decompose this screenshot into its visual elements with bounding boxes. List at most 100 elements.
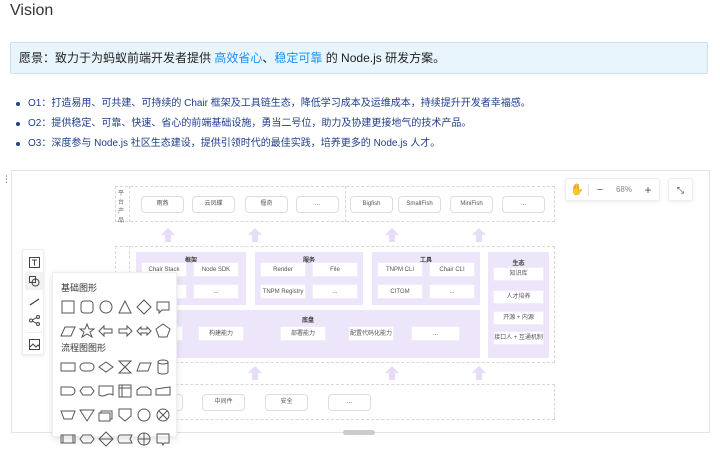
shape-palette-popover: 基础图形 流程图图形 — [52, 272, 177, 447]
flow-shape-18-icon[interactable] — [155, 407, 174, 428]
basic-shape-4-icon[interactable] — [117, 299, 136, 320]
horizontal-scrollbar[interactable] — [343, 430, 375, 435]
vision-prefix: 愿景：致力于为蚂蚁前端开发者提供 — [19, 51, 215, 65]
flowchart-shapes-title: 流程图图形 — [61, 343, 107, 353]
base-item[interactable]: ... — [328, 394, 371, 411]
tools-item[interactable]: CITGM — [377, 284, 423, 299]
flowchart-shapes-grid — [60, 359, 174, 452]
objective-o3: O3：深度参与 Node.js 社区生态建设，提供引领时代的最佳实践，培养更多的… — [16, 134, 531, 154]
zoom-out-button[interactable]: − — [589, 184, 611, 196]
group-title: 生态 — [512, 261, 525, 267]
platform-item[interactable]: 雨燕 — [141, 196, 184, 213]
service-item[interactable]: TNPM Registry — [260, 284, 306, 299]
hand-icon[interactable]: ✋ — [566, 183, 588, 196]
base-item[interactable]: 中间件 — [202, 394, 245, 411]
up-arrow-icon — [248, 228, 262, 242]
basic-shape-5-icon[interactable] — [136, 299, 155, 320]
basic-shape-12-icon[interactable] — [155, 323, 174, 344]
flow-shape-6-icon[interactable] — [155, 359, 174, 380]
line-icon[interactable] — [25, 292, 43, 310]
service-item[interactable]: ... — [312, 284, 358, 299]
up-arrow-icon — [248, 366, 262, 380]
platform-item[interactable]: SmallFish — [398, 196, 441, 213]
platform-item[interactable]: ... — [502, 196, 545, 213]
flow-shape-8-icon[interactable] — [79, 383, 98, 404]
flow-shape-5-icon[interactable] — [136, 359, 155, 380]
flow-shape-11-icon[interactable] — [136, 383, 155, 404]
basic-shape-1-icon[interactable] — [60, 299, 79, 320]
divider — [26, 332, 42, 333]
mindmap-icon[interactable] — [25, 311, 43, 329]
base-item[interactable]: 安全 — [265, 394, 308, 411]
image-icon[interactable] — [25, 335, 43, 353]
basic-shape-2-icon[interactable] — [79, 299, 98, 320]
service-item[interactable]: Render — [260, 262, 306, 277]
flow-shape-24-icon[interactable] — [155, 431, 174, 452]
platform-item[interactable]: Bigfish — [350, 196, 393, 213]
tools-item[interactable]: ... — [429, 284, 475, 299]
flow-shape-15-icon[interactable] — [98, 407, 117, 428]
platform-item[interactable]: 云凤蝶 — [192, 196, 235, 213]
basic-shape-3-icon[interactable] — [98, 299, 117, 320]
platform-item[interactable]: 偃奇 — [245, 196, 288, 213]
up-arrow-icon — [161, 228, 175, 242]
up-arrow-icon — [385, 366, 399, 380]
flow-shape-9-icon[interactable] — [98, 383, 117, 404]
text-icon[interactable] — [25, 253, 43, 271]
flow-shape-10-icon[interactable] — [117, 383, 136, 404]
fullscreen-icon[interactable]: ⤡ — [668, 178, 693, 201]
basic-shape-6-icon[interactable] — [155, 299, 174, 320]
vision-callout: 愿景：致力于为蚂蚁前端开发者提供 高效省心、稳定可靠 的 Node.js 研发方… — [10, 42, 708, 74]
chassis-item[interactable]: 构建能力 — [198, 326, 244, 341]
ecology-item[interactable]: 人才培养 — [493, 290, 544, 304]
chassis-item[interactable]: 配置代码化能力 — [348, 326, 394, 341]
shape-icon[interactable] — [25, 272, 43, 290]
vision-suffix: 的 Node.js 研发方案。 — [322, 51, 446, 65]
basic-shape-10-icon[interactable] — [117, 323, 136, 344]
objectives-list: O1：打造易用、可共建、可持续的 Chair 框架及工具链生态，降低学习成本及运… — [16, 94, 531, 154]
service-item[interactable]: File — [312, 262, 358, 277]
zoom-in-button[interactable]: + — [637, 183, 659, 197]
page-title: Vision — [10, 2, 54, 19]
up-arrow-icon — [385, 228, 399, 242]
up-arrow-icon — [472, 228, 486, 242]
chassis-item[interactable]: 部署能力 — [280, 326, 326, 341]
flow-shape-1-icon[interactable] — [60, 359, 79, 380]
flow-shape-23-icon[interactable] — [136, 431, 155, 452]
basic-shapes-title: 基础图形 — [61, 283, 98, 293]
flow-shape-3-icon[interactable] — [98, 359, 117, 380]
highlight-efficient: 高效省心 — [214, 51, 263, 65]
platform-label: 平台产品 — [118, 191, 125, 224]
flow-shape-19-icon[interactable] — [60, 431, 79, 452]
framework-item[interactable]: Node SDK — [193, 262, 239, 277]
flow-shape-2-icon[interactable] — [79, 359, 98, 380]
zoom-controls: ✋ − 68% + — [565, 178, 660, 201]
ecology-item[interactable]: 接口人 + 互通机制 — [493, 331, 544, 345]
ecology-item[interactable]: 知识库 — [493, 267, 544, 281]
flow-shape-21-icon[interactable] — [98, 431, 117, 452]
flow-shape-17-icon[interactable] — [136, 407, 155, 428]
group-title: 底盘 — [301, 318, 314, 324]
flow-shape-22-icon[interactable] — [117, 431, 136, 452]
chassis-item[interactable]: ... — [411, 326, 460, 341]
drag-handle-icon[interactable]: ⋮ — [2, 174, 11, 185]
framework-item[interactable]: ... — [193, 284, 239, 299]
flow-shape-13-icon[interactable] — [60, 407, 79, 428]
flow-shape-4-icon[interactable] — [117, 359, 136, 380]
objective-o2: O2：提供稳定、可靠、快速、省心的前端基础设施，勇当二号位，助力及协建更接地气的… — [16, 114, 531, 134]
tools-item[interactable]: Chair CLI — [429, 262, 475, 277]
zoom-level: 68% — [615, 185, 632, 194]
platform-item[interactable]: ... — [296, 196, 339, 213]
flow-shape-7-icon[interactable] — [60, 383, 79, 404]
flow-shape-12-icon[interactable] — [155, 383, 174, 404]
ecology-item[interactable]: 开源 + 内源 — [493, 311, 544, 325]
flow-shape-20-icon[interactable] — [79, 431, 98, 452]
basic-shapes-grid — [60, 299, 174, 344]
separator: 、 — [262, 51, 275, 65]
platform-item[interactable]: MiniFish — [450, 196, 493, 213]
highlight-stable: 稳定可靠 — [274, 51, 323, 65]
flow-shape-16-icon[interactable] — [117, 407, 136, 428]
tools-item[interactable]: TNPM CLI — [377, 262, 423, 277]
flow-shape-14-icon[interactable] — [79, 407, 98, 428]
basic-shape-11-icon[interactable] — [136, 323, 155, 344]
